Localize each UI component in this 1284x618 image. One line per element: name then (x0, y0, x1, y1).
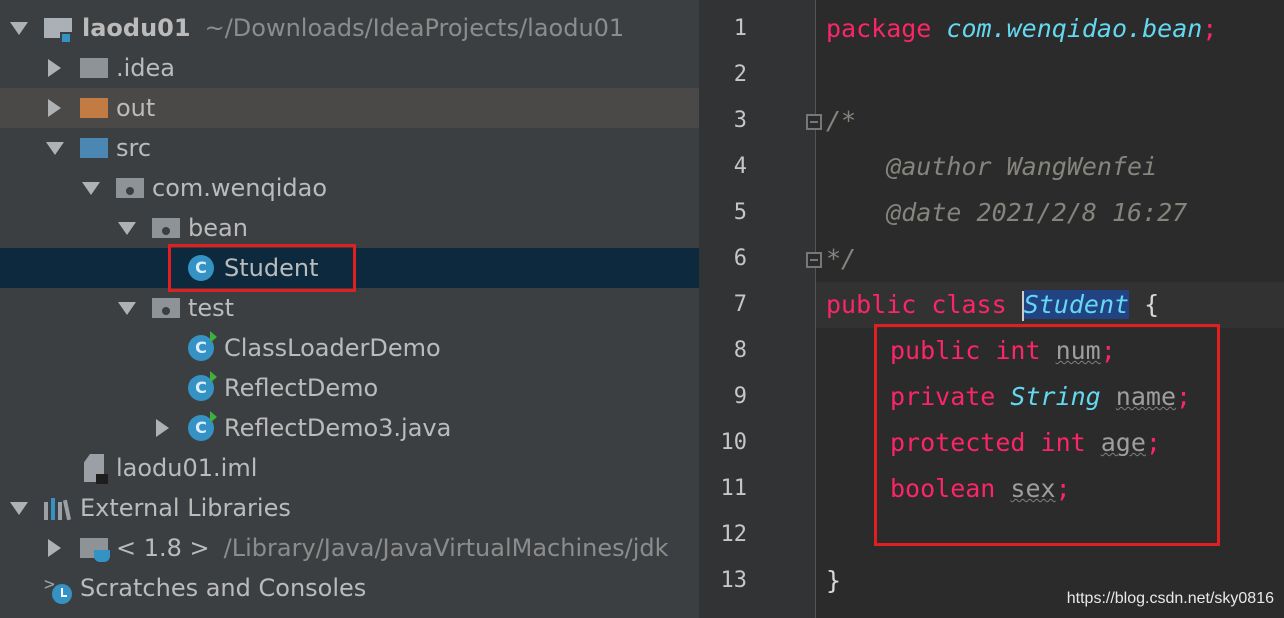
line-number: 6 (733, 246, 747, 271)
code-line-3[interactable]: /* (826, 98, 856, 144)
chevron-right-icon[interactable] (152, 408, 172, 448)
package-icon (152, 298, 180, 318)
line-number: 11 (720, 476, 748, 501)
tree-item-label: ReflectDemo3.java (224, 414, 452, 442)
chevron-down-icon[interactable] (44, 128, 64, 168)
tree-item-reflect-demo[interactable]: C ReflectDemo (0, 368, 699, 408)
tree-item-out[interactable]: out (0, 88, 699, 128)
tree-item-label: ClassLoaderDemo (224, 334, 441, 362)
tree-item-package-root[interactable]: com.wenqidao (0, 168, 699, 208)
tree-item-label: laodu01.iml (116, 454, 258, 482)
code-line-5[interactable]: @date 2021/2/8 16:27 (826, 190, 1187, 236)
tree-item-reflect-demo3[interactable]: C ReflectDemo3.java (0, 408, 699, 448)
tree-item-label: Scratches and Consoles (80, 574, 367, 602)
tree-item-project-root[interactable]: laodu01 ~/Downloads/IdeaProjects/laodu01 (0, 8, 699, 48)
jdk-version: < 1.8 > (116, 534, 210, 562)
package-icon (152, 218, 180, 238)
code-line-6[interactable]: */ (826, 236, 856, 282)
code-line-4[interactable]: @author WangWenfei (826, 144, 1157, 190)
chevron-down-icon[interactable] (8, 8, 28, 48)
tree-item-package-bean[interactable]: bean (0, 208, 699, 248)
tree-item-scratches[interactable]: > Scratches and Consoles (0, 568, 699, 608)
tree-item-external-libraries[interactable]: External Libraries (0, 488, 699, 528)
chevron-right-icon[interactable] (44, 88, 64, 128)
selected-class-name: Student (1023, 290, 1130, 319)
code-line-7[interactable]: public class Student { (826, 282, 1159, 328)
tree-item-class-loader-demo[interactable]: C ClassLoaderDemo (0, 328, 699, 368)
line-number: 1 (733, 16, 747, 41)
code-line-1[interactable]: package com.wenqidao.bean; (826, 6, 1217, 52)
tree-item-package-test[interactable]: test (0, 288, 699, 328)
runnable-class-icon: C (188, 371, 217, 401)
libraries-icon (44, 498, 72, 521)
line-number: 10 (720, 430, 748, 455)
tree-item-label: com.wenqidao (152, 174, 328, 202)
chevron-down-icon[interactable] (80, 168, 100, 208)
line-number: 7 (733, 292, 747, 317)
code-line-13[interactable]: } (826, 558, 841, 604)
line-number: 8 (733, 338, 747, 363)
tree-item-label: ReflectDemo (224, 374, 379, 402)
watermark: https://blog.csdn.net/sky0816 (1066, 590, 1274, 607)
line-number: 9 (733, 384, 747, 409)
line-number: 4 (733, 154, 747, 179)
jdk-cup-icon (94, 550, 110, 562)
tree-item-jdk[interactable]: < 1.8 > /Library/Java/JavaVirtualMachines… (0, 528, 699, 568)
tree-item-label: External Libraries (80, 494, 291, 522)
runnable-class-icon: C (188, 411, 217, 441)
line-number: 12 (720, 522, 748, 547)
tree-item-label: test (188, 294, 235, 322)
scratches-icon: > (44, 574, 74, 604)
line-number: 2 (733, 62, 747, 87)
tree-item-src[interactable]: src (0, 128, 699, 168)
tree-item-label: out (116, 94, 156, 122)
project-path: ~/Downloads/IdeaProjects/laodu01 (204, 14, 625, 42)
tree-item-label: .idea (116, 54, 176, 82)
chevron-right-icon[interactable] (44, 48, 64, 88)
code-editor[interactable]: 1 2 3 4 5 6 7 8 9 10 11 12 13 package co… (699, 0, 1284, 618)
tree-item-iml[interactable]: laodu01.iml (0, 448, 699, 488)
chevron-down-icon[interactable] (116, 288, 136, 328)
chevron-down-icon[interactable] (8, 488, 28, 528)
fold-collapse-icon[interactable] (806, 252, 822, 268)
folder-icon (80, 58, 108, 78)
project-tree: laodu01 ~/Downloads/IdeaProjects/laodu01 … (0, 0, 699, 618)
module-badge-icon (60, 32, 72, 44)
source-folder-icon (80, 138, 108, 158)
tree-item-idea[interactable]: .idea (0, 48, 699, 88)
jdk-path: /Library/Java/JavaVirtualMachines/jdk (223, 534, 669, 562)
highlight-box (168, 244, 356, 292)
tree-item-label: bean (188, 214, 248, 242)
project-name: laodu01 (82, 14, 191, 42)
line-number: 13 (720, 568, 748, 593)
line-number: 3 (733, 108, 747, 133)
line-number: 5 (733, 200, 747, 225)
highlight-box (874, 324, 1220, 546)
chevron-right-icon[interactable] (44, 528, 64, 568)
excluded-folder-icon (80, 98, 108, 118)
fold-collapse-icon[interactable] (806, 114, 822, 130)
chevron-down-icon[interactable] (116, 208, 136, 248)
runnable-class-icon: C (188, 331, 217, 361)
package-icon (116, 178, 144, 198)
tree-item-label: src (116, 134, 152, 162)
